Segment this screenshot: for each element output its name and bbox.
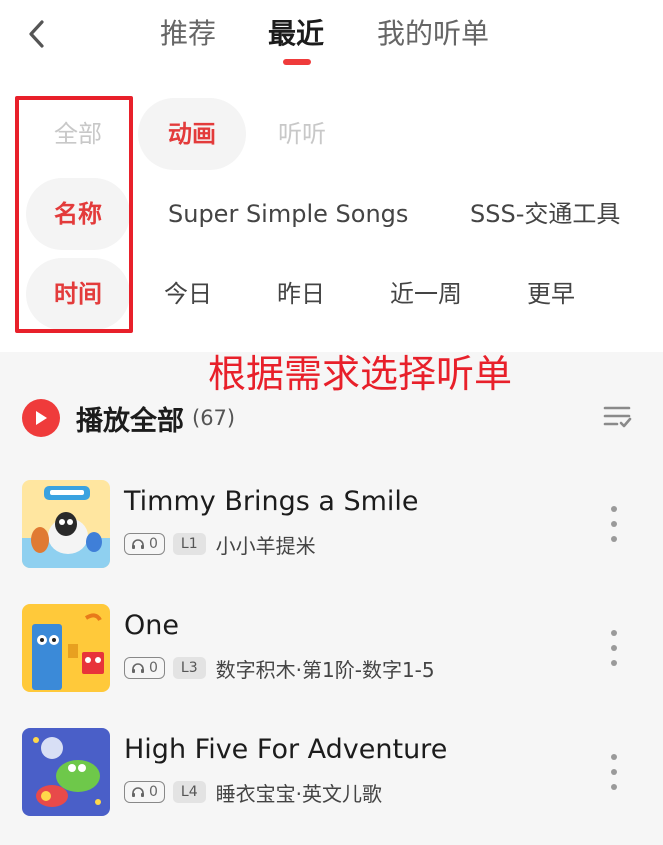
top-nav: 推荐 最近 我的听单 (0, 0, 663, 80)
track-meta: 0 L3 数字积木·第1阶-数字1-5 (124, 656, 435, 682)
track-title: One (124, 610, 179, 641)
filter-all[interactable]: 全部 (40, 98, 116, 170)
headphones-icon (132, 787, 144, 797)
play-count: 0 (149, 784, 158, 800)
filter-label-name[interactable]: 名称 (26, 178, 130, 250)
filter-row-type: 全部 动画 听听 (0, 98, 663, 170)
playlist-sort-icon (603, 406, 632, 428)
filter-row-name: 名称 Super Simple Songs SSS-交通工具 (0, 178, 663, 250)
app-screen: 推荐 最近 我的听单 全部 动画 听听 名称 Super Simple Song… (0, 0, 663, 845)
more-vertical-icon[interactable] (600, 502, 628, 546)
play-count: 0 (149, 536, 158, 552)
playlist-sort-button[interactable] (600, 400, 634, 434)
level-badge: L3 (172, 657, 206, 679)
track-item[interactable]: One 0 L3 数字积木·第1阶-数字1-5 (0, 602, 663, 702)
tab-my-playlist[interactable]: 我的听单 (377, 14, 489, 54)
play-icon (22, 399, 60, 437)
track-subtitle: 小小羊提米 (215, 533, 316, 558)
filter-time-today[interactable]: 今日 (164, 258, 212, 330)
track-title: Timmy Brings a Smile (124, 486, 419, 517)
track-meta: 0 L1 小小羊提米 (124, 532, 316, 558)
filter-name-option[interactable]: SSS-交通工具 (470, 178, 620, 250)
annotation-text: 根据需求选择听单 (208, 352, 513, 396)
filter-label-time[interactable]: 时间 (26, 258, 130, 330)
filter-row-time: 时间 今日 昨日 近一周 更早 (0, 258, 663, 330)
filter-panel: 全部 动画 听听 名称 Super Simple Songs SSS-交通工具 … (0, 80, 663, 352)
track-meta: 0 L4 睡衣宝宝·英文儿歌 (124, 780, 382, 806)
filter-listen[interactable]: 听听 (264, 98, 340, 170)
track-thumbnail (22, 604, 110, 692)
track-item[interactable]: Timmy Brings a Smile 0 L1 小小羊提米 (0, 478, 663, 578)
track-thumbnail (22, 728, 110, 816)
track-thumbnail (22, 480, 110, 568)
filter-animation[interactable]: 动画 (138, 98, 246, 170)
tab-bar: 推荐 最近 我的听单 (0, 0, 663, 80)
track-item[interactable]: High Five For Adventure 0 L4 睡衣宝宝·英文儿歌 (0, 726, 663, 826)
filter-time-week[interactable]: 近一周 (390, 258, 462, 330)
play-all-button[interactable]: 播放全部 (67) (22, 396, 235, 440)
play-count-badge: 0 (124, 533, 165, 555)
more-vertical-icon[interactable] (600, 626, 628, 670)
headphones-icon (132, 663, 144, 673)
track-subtitle: 数字积木·第1阶-数字1-5 (215, 657, 435, 682)
play-count: 0 (149, 660, 158, 676)
play-count-badge: 0 (124, 657, 165, 679)
filter-time-yesterday[interactable]: 昨日 (277, 258, 325, 330)
filter-name-option[interactable]: Super Simple Songs (168, 178, 408, 250)
tab-recent[interactable]: 最近 (268, 14, 324, 54)
play-all-count: (67) (192, 406, 236, 430)
filter-time-earlier[interactable]: 更早 (527, 258, 575, 330)
track-title: High Five For Adventure (124, 734, 448, 765)
play-count-badge: 0 (124, 781, 165, 803)
tab-recommend[interactable]: 推荐 (160, 14, 216, 54)
active-tab-indicator (283, 59, 311, 65)
track-subtitle: 睡衣宝宝·英文儿歌 (215, 781, 382, 806)
play-all-label: 播放全部 (76, 405, 184, 437)
more-vertical-icon[interactable] (600, 750, 628, 794)
headphones-icon (132, 539, 144, 549)
level-badge: L4 (172, 781, 206, 803)
level-badge: L1 (172, 533, 206, 555)
